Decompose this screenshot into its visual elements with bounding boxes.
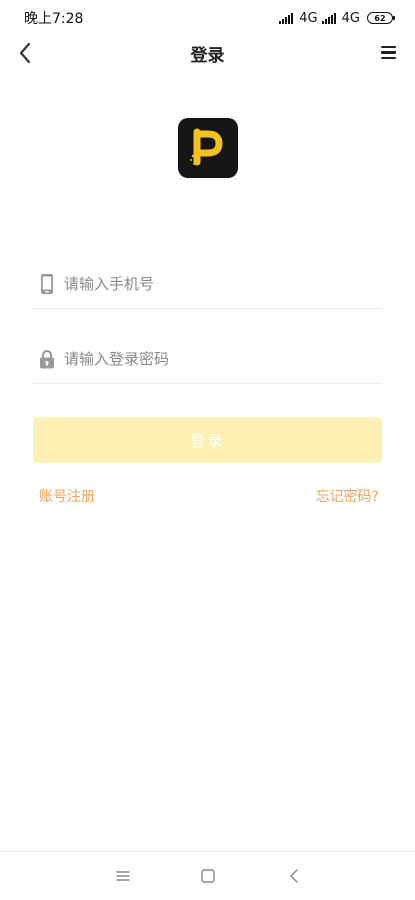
password-input[interactable] — [64, 349, 382, 368]
app-logo-p-icon — [190, 128, 223, 166]
phone-field — [33, 259, 382, 309]
network-type-1: 4G — [299, 10, 318, 26]
status-time: 晚上7:28 — [24, 11, 84, 27]
lock-icon — [36, 347, 58, 371]
phone-icon — [36, 272, 58, 296]
forgot-password-link[interactable]: 忘记密码? — [316, 486, 379, 506]
login-button[interactable]: 登录 — [33, 417, 382, 463]
nav-bar: 登录 — [0, 36, 415, 70]
status-bar: 晚上7:28 4G 4G 62 — [0, 0, 415, 36]
status-indicators: 4G 4G 62 — [279, 10, 395, 26]
password-field — [33, 334, 382, 384]
phone-input[interactable] — [64, 274, 382, 293]
system-nav-bar — [0, 851, 415, 900]
home-icon[interactable] — [199, 867, 217, 885]
signal-icon — [321, 12, 336, 24]
battery-icon: 62 — [367, 12, 395, 24]
login-screen: 晚上7:28 4G 4G 62 登录 请输入手机号 登录 账号注册 忘记密码? — [0, 0, 415, 900]
recent-apps-icon[interactable] — [114, 867, 132, 885]
register-link[interactable]: 账号注册 — [39, 486, 95, 506]
signal-icon — [279, 12, 294, 24]
chevron-left-icon[interactable] — [16, 41, 36, 65]
network-type-2: 4G — [341, 10, 360, 26]
app-logo — [178, 118, 238, 178]
battery-level: 62 — [374, 13, 386, 23]
back-icon[interactable] — [286, 867, 304, 885]
page-title: 登录 — [190, 45, 225, 66]
hamburger-menu-icon[interactable] — [381, 46, 397, 60]
